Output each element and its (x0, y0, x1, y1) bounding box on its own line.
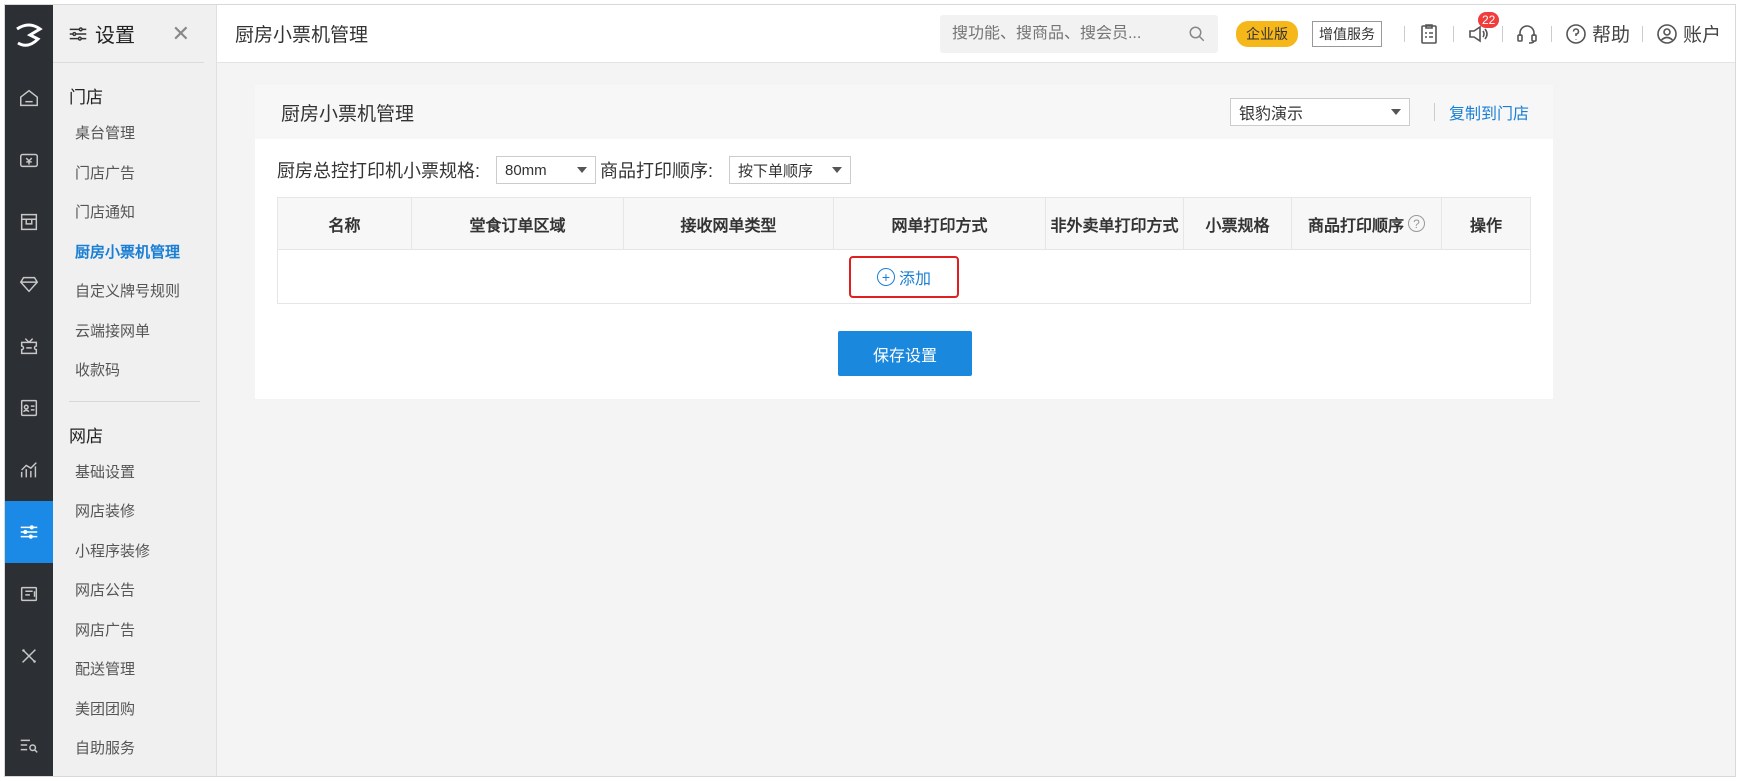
app-window: 设置 ✕ 门店 桌台管理 门店广告 门店通知 厨房小票机管理 自定义牌号规则 云… (4, 4, 1736, 777)
add-printer-button[interactable]: + 添加 (849, 255, 959, 298)
page-title: 厨房小票机管理 (235, 25, 369, 46)
store-select[interactable]: 银豹演示 (1229, 98, 1410, 126)
sidebar-item-payment-code[interactable]: 收款码 (53, 351, 216, 391)
user-icon (1657, 23, 1677, 44)
edition-badge[interactable]: 企业版 (1235, 20, 1298, 47)
sidebar-item-delivery[interactable]: 配送管理 (53, 650, 216, 690)
rail-diamond-icon[interactable] (5, 253, 53, 315)
column-header-label: 商品打印顺序 (1307, 217, 1404, 235)
sidebar-item-tables[interactable]: 桌台管理 (53, 114, 216, 154)
rail-chart-icon[interactable] (5, 439, 53, 501)
divider (1433, 103, 1435, 121)
column-header: 网单打印方式 (834, 198, 1046, 249)
app-logo[interactable] (5, 5, 53, 67)
card-header: 厨房小票机管理 银豹演示 复制到门店 (255, 85, 1553, 139)
column-header: 堂食订单区域 (412, 198, 624, 249)
column-header: 小票规格 (1184, 198, 1292, 249)
printer-table: 名称 堂食订单区域 接收网单类型 网单打印方式 非外卖单打印方式 小票规格 商品… (277, 197, 1531, 304)
search-input[interactable] (951, 24, 1188, 43)
column-header: 接收网单类型 (624, 198, 834, 249)
sidebar-section-online: 网店 (69, 426, 103, 446)
divider (1501, 25, 1503, 42)
close-icon[interactable]: ✕ (172, 21, 190, 47)
value-added-button[interactable]: 增值服务 (1311, 20, 1382, 47)
sidebar-item-miniapp-decor[interactable]: 小程序装修 (53, 532, 216, 572)
support-button[interactable] (1515, 22, 1539, 46)
help-button[interactable]: 帮助 (1564, 20, 1630, 47)
sidebar-item-self-service[interactable]: 自助服务 (53, 729, 216, 769)
kitchen-printer-card: 厨房小票机管理 银豹演示 复制到门店 厨房总控打印机小票规格: 80mm 商品打… (255, 85, 1553, 399)
divider (1403, 25, 1405, 42)
card-title: 厨房小票机管理 (281, 103, 415, 125)
sidebar-item-shop-ads[interactable]: 网店广告 (53, 611, 216, 651)
table-header: 名称 堂食订单区域 接收网单类型 网单打印方式 非外卖单打印方式 小票规格 商品… (278, 198, 1530, 250)
caret-down-icon (1390, 109, 1401, 115)
add-label: 添加 (898, 270, 931, 288)
print-order-select[interactable]: 按下单顺序 (729, 156, 852, 184)
headset-icon (1517, 24, 1537, 44)
sidebar-item-shop-decor[interactable]: 网店装修 (53, 492, 216, 532)
rail-search-list-icon[interactable] (5, 714, 53, 776)
column-header-print-order: 商品打印顺序 ? (1292, 198, 1442, 249)
sidebar-item-meituan[interactable]: 美团团购 (53, 690, 216, 730)
sidebar-item-kitchen-printer[interactable]: 厨房小票机管理 (53, 233, 216, 273)
help-icon (1566, 23, 1586, 44)
sidebar-item-cloud-orders[interactable]: 云端接网单 (53, 312, 216, 352)
announcement-button[interactable]: 22 (1466, 11, 1500, 46)
rail-settings-sliders-icon[interactable] (5, 501, 53, 563)
account-button[interactable]: 账户 (1655, 20, 1721, 47)
print-order-select-value: 按下单顺序 (738, 162, 814, 180)
sidebar-item-store-notice[interactable]: 门店通知 (53, 193, 216, 233)
caret-down-icon (577, 167, 587, 173)
options-row: 厨房总控打印机小票规格: 80mm 商品打印顺序: 按下单顺序 (255, 139, 1553, 201)
settings-sidebar: 设置 ✕ 门店 桌台管理 门店广告 门店通知 厨房小票机管理 自定义牌号规则 云… (53, 5, 217, 776)
spec-select[interactable]: 80mm (496, 156, 596, 184)
help-label: 帮助 (1591, 25, 1630, 46)
sidebar-item-custom-number[interactable]: 自定义牌号规则 (53, 272, 216, 312)
search-box[interactable] (939, 14, 1218, 53)
icon-rail (5, 5, 53, 776)
account-label: 账户 (1682, 25, 1721, 46)
save-settings-button[interactable]: 保存设置 (838, 331, 972, 376)
plus-circle-icon: + (876, 267, 895, 286)
rail-tools-icon[interactable] (5, 625, 53, 687)
rail-home-icon[interactable] (5, 67, 53, 129)
search-icon[interactable] (1188, 25, 1206, 43)
help-icon[interactable]: ? (1408, 215, 1425, 232)
logo-icon (16, 23, 43, 47)
print-order-label: 商品打印顺序: (600, 161, 714, 181)
column-header: 名称 (278, 198, 412, 249)
column-header: 非外卖单打印方式 (1046, 198, 1184, 249)
rail-coupon-icon[interactable] (5, 315, 53, 377)
clipboard-icon (1421, 23, 1437, 44)
caret-down-icon (832, 167, 843, 173)
sidebar-item-basic-settings[interactable]: 基础设置 (53, 453, 216, 493)
sidebar-title: 设置 (95, 25, 135, 47)
spec-label: 厨房总控打印机小票规格: (277, 161, 480, 181)
notification-badge: 22 (1477, 11, 1500, 28)
sliders-icon (69, 26, 87, 41)
column-header: 操作 (1469, 217, 1502, 235)
rail-member-card-icon[interactable] (5, 377, 53, 439)
store-select-value: 银豹演示 (1238, 106, 1303, 123)
clipboard-button[interactable] (1417, 22, 1441, 46)
sidebar-header: 设置 ✕ (53, 5, 204, 63)
divider (1550, 25, 1552, 42)
rail-cashier-icon[interactable] (5, 129, 53, 191)
sidebar-item-store-ads[interactable]: 门店广告 (53, 154, 216, 194)
divider (1452, 25, 1454, 42)
divider (1641, 25, 1643, 42)
top-bar: 厨房小票机管理 企业版 增值服务 22 帮助 账户 (217, 5, 1735, 63)
spec-select-value: 80mm (505, 161, 547, 179)
rail-receipt-icon[interactable] (5, 563, 53, 625)
copy-to-store-link[interactable]: 复制到门店 (1449, 100, 1529, 124)
sidebar-item-shop-notice[interactable]: 网店公告 (53, 571, 216, 611)
sidebar-section-store: 门店 (69, 88, 103, 107)
table-row: + 添加 (278, 250, 1530, 303)
rail-store-icon[interactable] (5, 191, 53, 253)
